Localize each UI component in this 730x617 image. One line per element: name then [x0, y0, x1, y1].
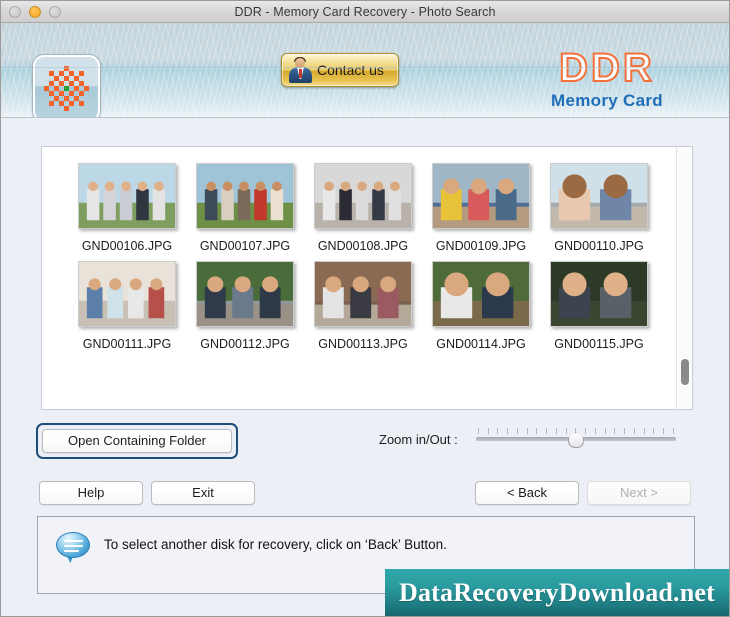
zoom-slider[interactable] [475, 428, 676, 450]
thumbnail-image[interactable] [314, 261, 412, 327]
pixel-flower-graphic [43, 65, 90, 112]
next-button: Next > [587, 481, 691, 505]
open-containing-folder-button[interactable]: Open Containing Folder [42, 429, 232, 453]
header-banner: Contact us DDR Memory Card [1, 23, 729, 118]
thumbnail-image[interactable] [78, 261, 176, 327]
thumbnail-filename: GND00114.JPG [436, 337, 526, 351]
thumbnail-filename: GND00106.JPG [81, 239, 173, 253]
thumbnail-filename: GND00108.JPG [317, 239, 409, 253]
controls-row: Open Containing Folder Zoom in/Out : [1, 423, 729, 459]
thumbnail-item[interactable]: GND00113.JPG [304, 261, 422, 351]
zoom-control: Zoom in/Out : [379, 428, 676, 450]
thumbnail-image[interactable] [550, 163, 648, 229]
exit-button[interactable]: Exit [151, 481, 255, 505]
bottom-button-row: Help Exit < Back Next > [1, 481, 729, 507]
help-button[interactable]: Help [39, 481, 143, 505]
open-folder-focus-ring: Open Containing Folder [36, 423, 238, 459]
titlebar: DDR - Memory Card Recovery - Photo Searc… [1, 1, 729, 23]
thumbnail-image[interactable] [432, 261, 530, 327]
thumbnail-image[interactable] [314, 163, 412, 229]
thumbnail-image[interactable] [196, 163, 294, 229]
brand-block: DDR Memory Card [507, 46, 707, 111]
traffic-light-group [9, 6, 61, 18]
thumbnail-scrollbar[interactable] [676, 147, 692, 409]
zoom-button[interactable] [49, 6, 61, 18]
zoom-label: Zoom in/Out : [379, 431, 458, 447]
ddr-app-icon [33, 55, 100, 117]
brand-title: DDR [558, 46, 655, 90]
scrollbar-thumb[interactable] [681, 359, 689, 385]
speech-bubble-icon [56, 532, 90, 564]
thumbnail-grid: GND00106.JPG GND00107.JPG GND00108.JPG G… [42, 147, 674, 353]
thumbnail-item[interactable]: GND00114.JPG [422, 261, 540, 351]
thumbnail-item[interactable]: GND00106.JPG [68, 163, 186, 253]
thumbnail-filename: GND00111.JPG [82, 337, 172, 351]
thumbnail-filename: GND00109.JPG [435, 239, 527, 253]
contact-us-button[interactable]: Contact us [281, 53, 399, 87]
thumbnail-item[interactable]: GND00112.JPG [186, 261, 304, 351]
thumbnail-item[interactable]: GND00107.JPG [186, 163, 304, 253]
thumbnail-item[interactable]: GND00110.JPG [540, 163, 658, 253]
back-button[interactable]: < Back [475, 481, 579, 505]
brand-subtitle: Memory Card [551, 91, 663, 110]
thumbnail-item[interactable]: GND00109.JPG [422, 163, 540, 253]
thumbnail-item[interactable]: GND00108.JPG [304, 163, 422, 253]
thumbnail-item[interactable]: GND00115.JPG [540, 261, 658, 351]
zoom-slider-thumb[interactable] [567, 432, 584, 448]
body-area: GND00106.JPG GND00107.JPG GND00108.JPG G… [1, 118, 729, 616]
status-message: To select another disk for recovery, cli… [104, 537, 447, 552]
thumbnail-image[interactable] [432, 163, 530, 229]
person-icon [288, 57, 313, 83]
thumbnail-item[interactable]: GND00111.JPG [68, 261, 186, 351]
thumbnail-filename: GND00110.JPG [554, 239, 644, 253]
contact-us-label: Contact us [317, 62, 384, 78]
minimize-button[interactable] [29, 6, 41, 18]
thumbnail-image[interactable] [550, 261, 648, 327]
thumbnail-image[interactable] [196, 261, 294, 327]
thumbnail-filename: GND00113.JPG [318, 337, 408, 351]
thumbnail-panel: GND00106.JPG GND00107.JPG GND00108.JPG G… [41, 146, 693, 410]
app-window: DDR - Memory Card Recovery - Photo Searc… [0, 0, 730, 617]
watermark-text: DataRecoveryDownload.net [398, 578, 716, 607]
thumbnail-filename: GND00107.JPG [199, 239, 291, 253]
thumbnail-filename: GND00115.JPG [554, 337, 644, 351]
close-button[interactable] [9, 6, 21, 18]
window-title: DDR - Memory Card Recovery - Photo Searc… [234, 4, 496, 19]
thumbnail-filename: GND00112.JPG [200, 337, 290, 351]
thumbnail-image[interactable] [78, 163, 176, 229]
watermark-banner: DataRecoveryDownload.net [385, 569, 729, 616]
